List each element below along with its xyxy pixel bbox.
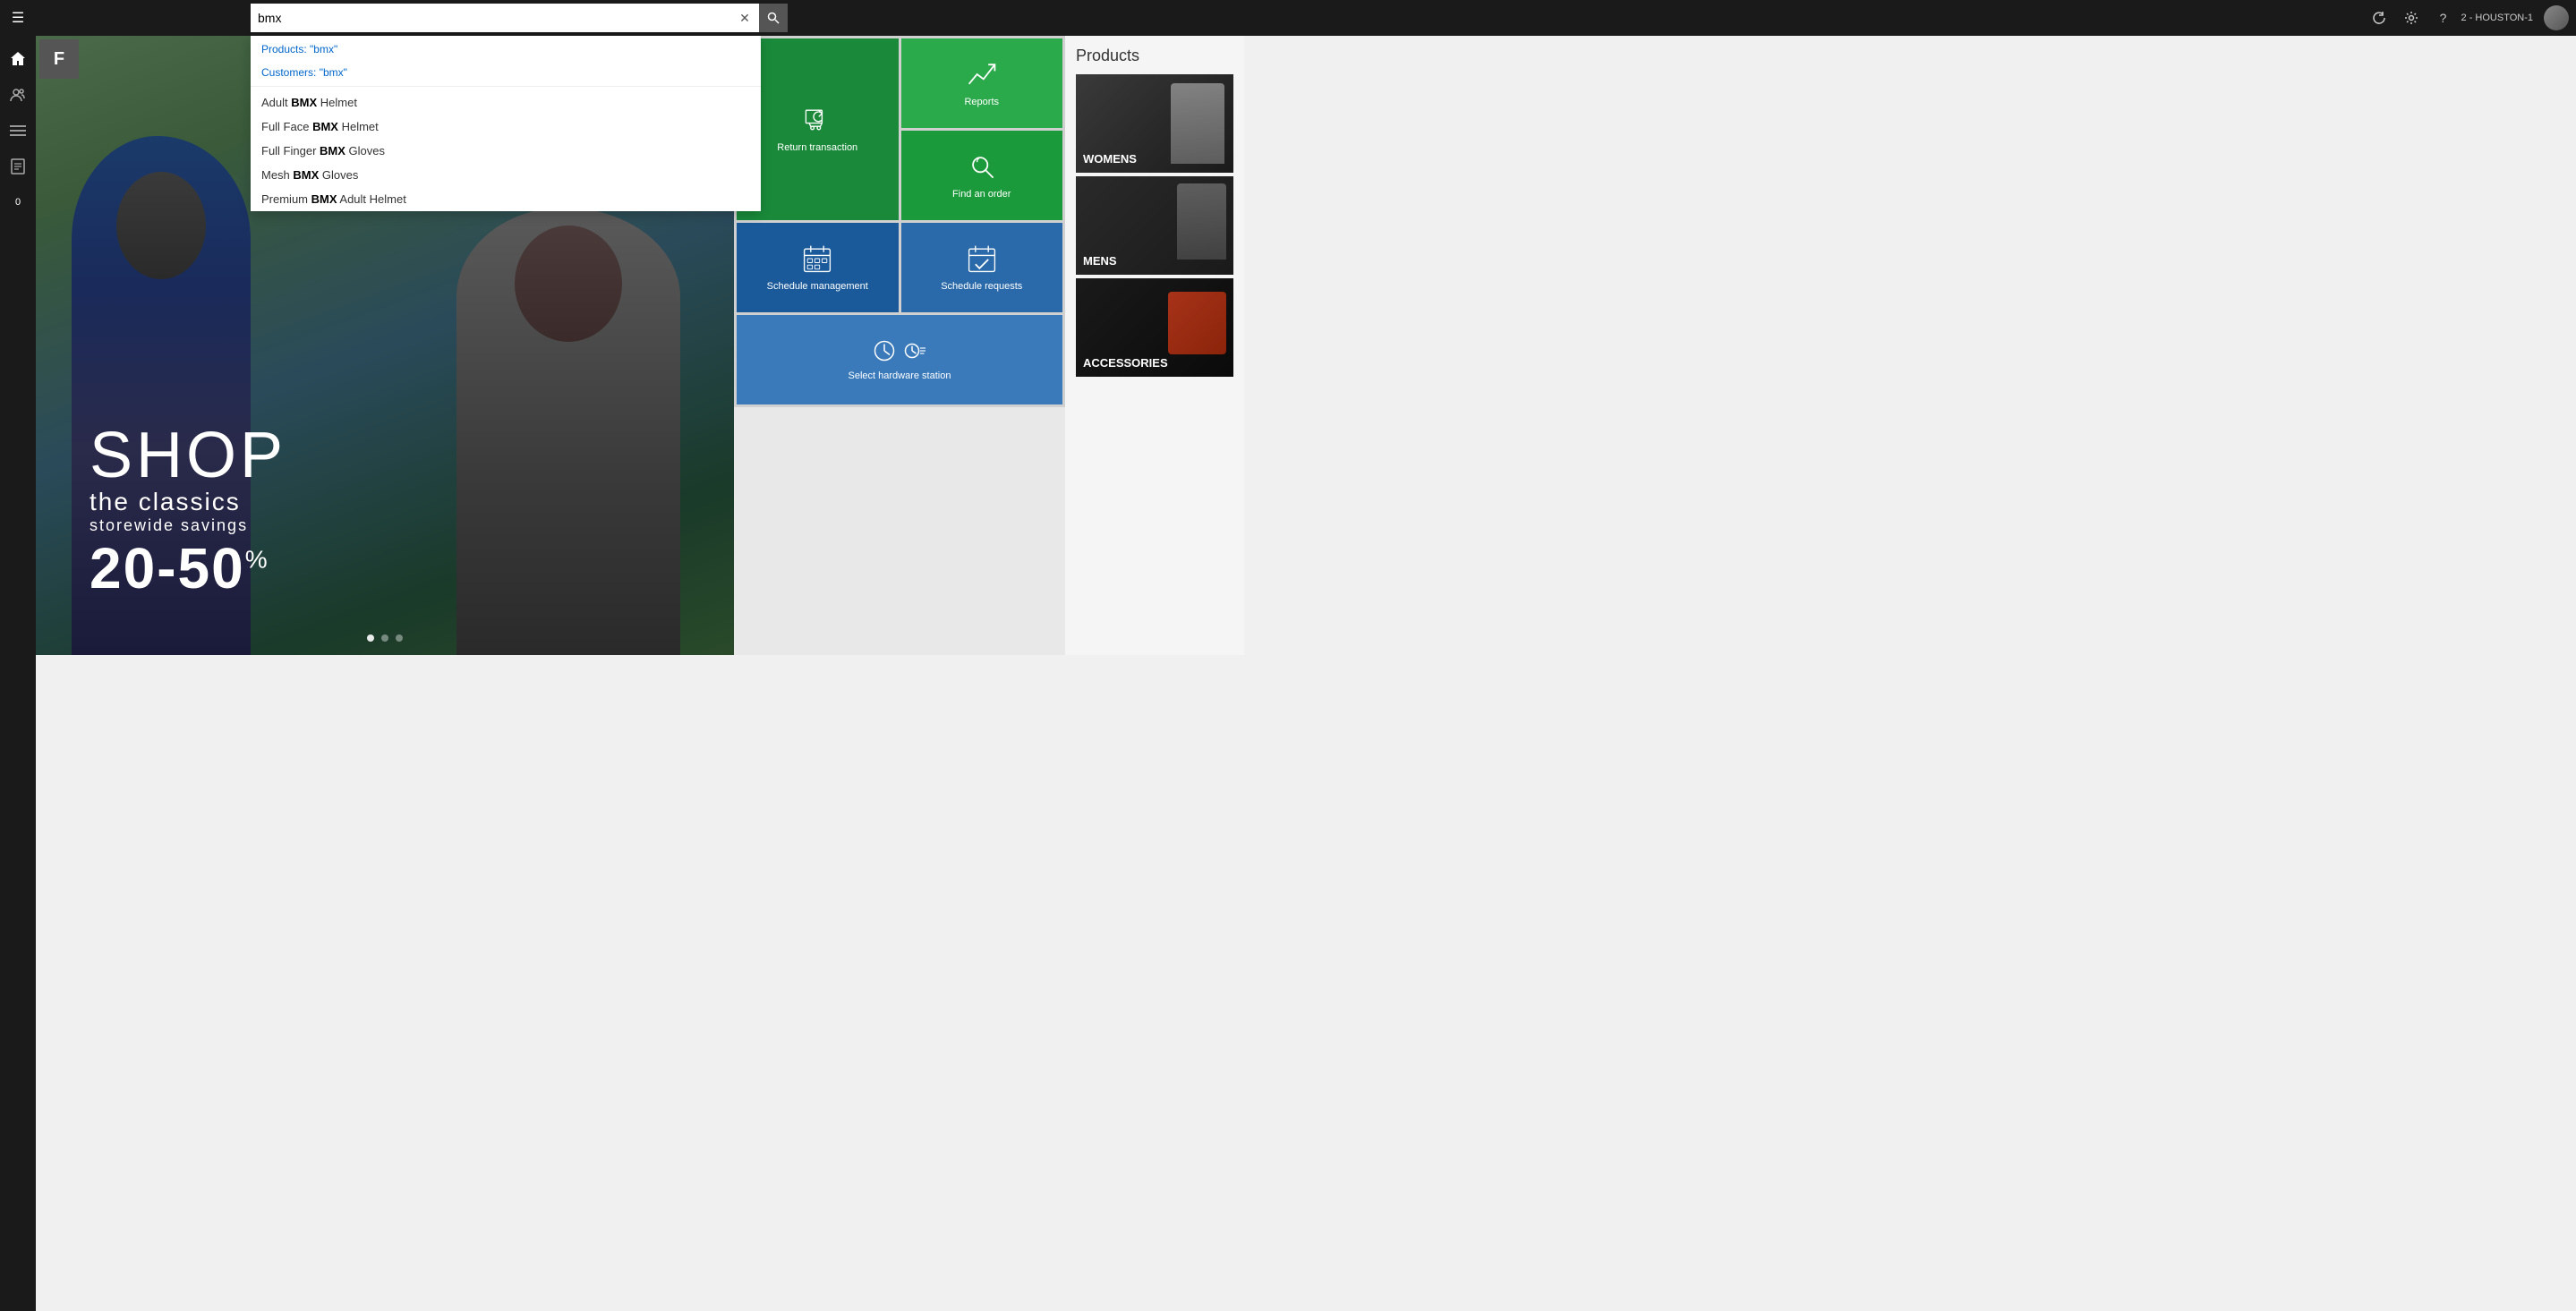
- search-icon: [767, 12, 780, 24]
- settings-button[interactable]: [2397, 4, 2426, 32]
- search-result-3[interactable]: Full Finger BMX Gloves: [251, 139, 761, 163]
- sidebar: 0: [0, 36, 36, 1311]
- schedule-requests-label: Schedule requests: [941, 280, 1022, 293]
- mens-label: MENS: [1083, 254, 1117, 268]
- search-result-5[interactable]: Premium BMX Adult Helmet: [251, 187, 761, 211]
- help-button[interactable]: ?: [2429, 4, 2458, 32]
- person-right: [456, 208, 680, 655]
- home-icon: [10, 51, 26, 67]
- search-result-1[interactable]: Adult BMX Helmet: [251, 90, 761, 115]
- product-card-mens[interactable]: MENS: [1076, 176, 1233, 275]
- schedule-management-icon: [801, 243, 833, 275]
- hero-carousel-dots: [367, 634, 403, 642]
- search-result-2[interactable]: Full Face BMX Helmet: [251, 115, 761, 139]
- search-container: ✕: [251, 4, 788, 32]
- refresh-icon: [2372, 11, 2386, 25]
- hamburger-button[interactable]: ☰: [0, 0, 36, 36]
- cart-return-icon: [801, 104, 833, 136]
- schedule-requests-tile[interactable]: Schedule requests: [901, 223, 1063, 312]
- orders-icon: [10, 158, 26, 175]
- user-avatar[interactable]: [2544, 5, 2569, 30]
- search-clear-button[interactable]: ✕: [730, 4, 759, 32]
- sidebar-item-orders[interactable]: [2, 150, 34, 183]
- reports-label: Reports: [964, 96, 999, 108]
- search-input[interactable]: [251, 4, 788, 32]
- hamburger-icon: ☰: [12, 9, 24, 27]
- sidebar-item-menu[interactable]: [2, 115, 34, 147]
- womens-label: WOMENS: [1083, 152, 1137, 166]
- hero-shop-text: SHOP: [90, 423, 286, 488]
- reports-tile[interactable]: Reports: [901, 38, 1063, 128]
- select-hardware-station-tile[interactable]: Select hardware station: [737, 315, 1062, 404]
- settings-icon: [2404, 11, 2418, 25]
- sidebar-item-cart[interactable]: 0: [2, 186, 34, 218]
- find-order-tile[interactable]: Find an order: [901, 131, 1063, 220]
- store-label: 2 - HOUSTON-1: [2461, 13, 2533, 23]
- customers-prefix: Customers:: [261, 66, 320, 79]
- hero-dot-2[interactable]: [381, 634, 388, 642]
- reports-icon: [966, 58, 998, 90]
- products-prefix: Products:: [261, 43, 310, 55]
- products-title: Products: [1076, 47, 1233, 65]
- sidebar-item-customers[interactable]: [2, 79, 34, 111]
- hero-discount-text: 20-50%: [90, 535, 286, 601]
- return-transaction-label: Return transaction: [777, 141, 857, 154]
- hero-storewide-text: storewide savings: [90, 516, 286, 535]
- clock-icon-1: [871, 337, 898, 364]
- topbar: ☰ ✕ ? 2: [0, 0, 2576, 36]
- search-result-4[interactable]: Mesh BMX Gloves: [251, 163, 761, 187]
- return-transaction-tile[interactable]: Return transaction: [737, 38, 899, 220]
- find-order-icon: [966, 150, 998, 183]
- sidebar-item-home[interactable]: [2, 43, 34, 75]
- schedule-management-label: Schedule management: [767, 280, 868, 293]
- hero-dot-1[interactable]: [367, 634, 374, 642]
- hero-dot-3[interactable]: [396, 634, 403, 642]
- products-query: "bmx": [310, 43, 337, 55]
- accessories-label: ACCESSORIES: [1083, 356, 1168, 370]
- clock-list-icon: [901, 337, 928, 364]
- find-order-label: Find an order: [952, 188, 1011, 200]
- hardware-station-icons: [871, 337, 928, 364]
- product-card-womens[interactable]: WOMENS: [1076, 74, 1233, 173]
- help-icon: ?: [2440, 11, 2447, 25]
- search-category-products[interactable]: Products: "bmx": [251, 36, 761, 59]
- hero-classics-text: the classics: [90, 488, 286, 516]
- customers-query: "bmx": [320, 66, 347, 79]
- customers-icon: [10, 87, 26, 103]
- search-icons: ✕: [730, 4, 788, 32]
- select-hardware-station-label: Select hardware station: [849, 370, 951, 382]
- search-dropdown: Products: "bmx" Customers: "bmx" Adult B…: [251, 36, 761, 211]
- search-divider-1: [251, 86, 761, 87]
- tiles-panel: Return transaction Reports Find an order: [734, 36, 1065, 655]
- hero-text: SHOP the classics storewide savings 20-5…: [90, 423, 286, 601]
- menu-icon: [10, 124, 26, 137]
- search-submit-button[interactable]: [759, 4, 788, 32]
- f-logo: F: [39, 39, 79, 79]
- products-panel: Products WOMENS MENS ACCESSORIES: [1065, 36, 1244, 655]
- search-category-customers[interactable]: Customers: "bmx": [251, 59, 761, 82]
- cart-count: 0: [15, 197, 21, 208]
- schedule-management-tile[interactable]: Schedule management: [737, 223, 899, 312]
- refresh-button[interactable]: [2365, 4, 2393, 32]
- product-card-accessories[interactable]: ACCESSORIES: [1076, 278, 1233, 377]
- topbar-right: ? 2 - HOUSTON-1: [2365, 4, 2576, 32]
- schedule-requests-icon: [966, 243, 998, 275]
